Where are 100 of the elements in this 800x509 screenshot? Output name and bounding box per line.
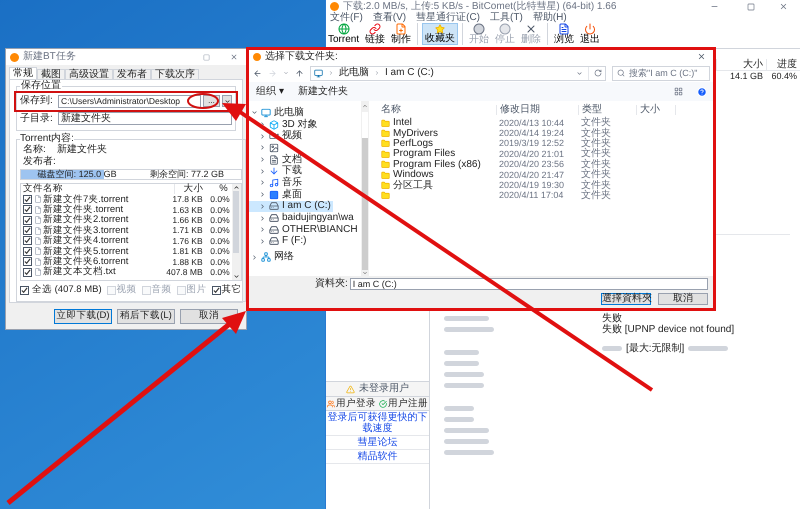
tree-item[interactable]: 音乐 bbox=[249, 177, 304, 189]
file-row[interactable]: 新建文件夹3.torrent 1.71 KB 0.0% bbox=[21, 225, 232, 236]
toolbar-button[interactable]: 退出 bbox=[578, 23, 602, 45]
video-icon bbox=[269, 131, 279, 142]
scrollbar[interactable] bbox=[361, 101, 369, 276]
column-header[interactable]: 大小 bbox=[174, 184, 206, 194]
search-field[interactable]: 搜索"I am C (C:)" bbox=[612, 66, 710, 80]
menu-item[interactable]: 查看(V) bbox=[372, 13, 406, 23]
path-field[interactable]: C:\Users\Administrator\Desktop bbox=[58, 94, 201, 108]
tree-item[interactable]: baidujingyan\wa bbox=[249, 212, 356, 224]
tree-label: I am C (C:) bbox=[282, 201, 332, 212]
file-name: 新建文件夹6.torrent bbox=[43, 257, 130, 267]
caret-icon[interactable] bbox=[576, 70, 583, 76]
breadcrumb-item[interactable]: 此电脑 bbox=[339, 68, 369, 78]
checkbox[interactable] bbox=[212, 286, 221, 295]
address-bar[interactable]: 此电脑 I am C (C:) bbox=[310, 66, 606, 80]
dialog-button[interactable]: 立即下载(D) bbox=[54, 308, 112, 324]
tree-item[interactable]: F (F:) bbox=[249, 236, 308, 248]
tab[interactable]: 截图 bbox=[37, 69, 65, 80]
file-row[interactable]: 新建文件7夹.torrent 17.8 KB 0.0% bbox=[21, 194, 232, 205]
menu-item[interactable]: 工具(T) bbox=[490, 13, 523, 23]
toolbar-button[interactable]: 浏览 bbox=[552, 23, 576, 45]
toolbar-button[interactable]: 链接 bbox=[363, 23, 388, 45]
column-header[interactable]: 文件名称 bbox=[21, 184, 174, 194]
organize-button[interactable]: 组织 ▾ bbox=[256, 86, 284, 96]
tree-item[interactable]: 文档 bbox=[249, 154, 304, 166]
toolbar-button[interactable]: 收藏夹 bbox=[422, 23, 458, 45]
tree-item[interactable]: OTHER\BIANCH bbox=[249, 224, 360, 236]
dialog-button[interactable]: 取消 bbox=[658, 293, 708, 305]
file-row[interactable]: 新建文件夹4.torrent 1.76 KB 0.0% bbox=[21, 236, 232, 246]
scroll-up-icon[interactable] bbox=[232, 184, 240, 192]
tab[interactable]: 常规 bbox=[9, 67, 37, 80]
folder-name: MyDrivers bbox=[393, 128, 438, 139]
scroll-down-icon[interactable] bbox=[232, 273, 240, 280]
item-type: 文件夹 bbox=[581, 170, 611, 180]
highlight-ellipse bbox=[187, 93, 219, 109]
menu-item[interactable]: 文件(F) bbox=[330, 13, 363, 23]
file-name: 新建文件7夹.torrent bbox=[43, 194, 130, 204]
tab[interactable]: 下载次序 bbox=[151, 69, 199, 80]
tree-item[interactable]: 桌面 bbox=[249, 188, 304, 200]
column-header[interactable]: 大小 bbox=[716, 59, 766, 70]
column-header[interactable]: 大小 bbox=[636, 104, 676, 114]
checkbox[interactable] bbox=[23, 205, 32, 214]
refresh-icon[interactable] bbox=[594, 69, 602, 77]
column-header[interactable]: 类型 bbox=[578, 104, 636, 114]
help-icon[interactable] bbox=[697, 86, 707, 96]
column-header[interactable]: % bbox=[206, 184, 232, 194]
column-header[interactable]: 名称 bbox=[381, 104, 496, 114]
tab[interactable]: 发布者 bbox=[113, 69, 151, 80]
file-row[interactable]: 新建文本文档.txt 407.8 MB 0.0% bbox=[21, 266, 232, 278]
maximize-icon[interactable] bbox=[747, 2, 755, 10]
close-icon[interactable] bbox=[230, 53, 238, 62]
checkbox[interactable] bbox=[23, 216, 32, 225]
checkbox[interactable] bbox=[23, 226, 32, 236]
tree-label: 网络 bbox=[274, 252, 295, 262]
folder-icon bbox=[381, 170, 390, 180]
tree-item[interactable]: 下载 bbox=[249, 165, 304, 178]
scrollbar[interactable] bbox=[232, 184, 241, 280]
subfolder-field[interactable]: 新建文件夹 bbox=[58, 112, 232, 126]
file-name: 新建文件夹.torrent bbox=[43, 205, 124, 215]
dialog-button[interactable]: 稍后下载(L) bbox=[117, 308, 175, 324]
tree-item[interactable]: I am C (C:) bbox=[249, 200, 333, 212]
scroll-thumb[interactable] bbox=[362, 112, 368, 138]
checkbox[interactable] bbox=[23, 194, 32, 204]
toolbar-button[interactable]: Torrent bbox=[326, 23, 362, 45]
checkbox[interactable] bbox=[20, 286, 29, 295]
file-row[interactable]: 新建文件夹5.torrent 1.81 KB 0.0% bbox=[21, 246, 232, 257]
column-header[interactable]: 进度 bbox=[766, 59, 800, 70]
up-icon[interactable] bbox=[295, 68, 304, 78]
file-row[interactable]: 新建文件夹.torrent 1.63 KB 0.0% bbox=[21, 204, 232, 216]
field-label: 名称: bbox=[23, 145, 47, 156]
tree-item[interactable]: 此电脑 bbox=[249, 107, 306, 119]
tree-item[interactable]: 网络 bbox=[249, 251, 296, 263]
toolbar-button[interactable]: 制作 bbox=[389, 23, 414, 45]
new-folder-button[interactable]: 新建文件夹 bbox=[298, 86, 348, 96]
menu-item[interactable]: 帮助(H) bbox=[532, 13, 567, 23]
disk-total-text: 磁盘空间: 125.0 GB bbox=[38, 170, 117, 180]
file-row[interactable]: 新建文件夹6.torrent 1.88 KB 0.0% bbox=[21, 256, 232, 267]
user-button[interactable]: 用户登录 bbox=[327, 398, 376, 408]
checkbox[interactable] bbox=[23, 246, 32, 256]
folder-field[interactable]: I am C (C:) bbox=[350, 278, 708, 290]
tree-item[interactable]: 视频 bbox=[249, 130, 304, 142]
user-button[interactable]: 用户注册 bbox=[379, 398, 428, 408]
modified-date: 2020/4/19 19:30 bbox=[499, 181, 564, 190]
tree-item[interactable]: 3D 对象 bbox=[249, 118, 320, 130]
menu-item[interactable]: 彗星通行证(C) bbox=[416, 13, 480, 23]
checkbox[interactable] bbox=[23, 257, 32, 266]
close-icon[interactable] bbox=[697, 52, 706, 61]
column-header[interactable]: 修改日期 bbox=[496, 104, 578, 114]
blurred-text bbox=[444, 417, 474, 422]
breadcrumb-item[interactable]: I am C (C:) bbox=[385, 68, 434, 78]
tab[interactable]: 高级设置 bbox=[65, 69, 113, 80]
scroll-thumb[interactable] bbox=[233, 191, 240, 254]
link[interactable]: 登录后可获得更快的下载速度 bbox=[326, 412, 429, 434]
close-icon[interactable] bbox=[779, 2, 788, 11]
checkbox[interactable] bbox=[23, 268, 32, 277]
back-icon[interactable] bbox=[253, 68, 262, 78]
file-row[interactable]: 新建文件夹2.torrent 1.66 KB 0.0% bbox=[21, 215, 232, 226]
checkbox[interactable] bbox=[23, 236, 32, 246]
view-icon[interactable] bbox=[674, 87, 683, 96]
